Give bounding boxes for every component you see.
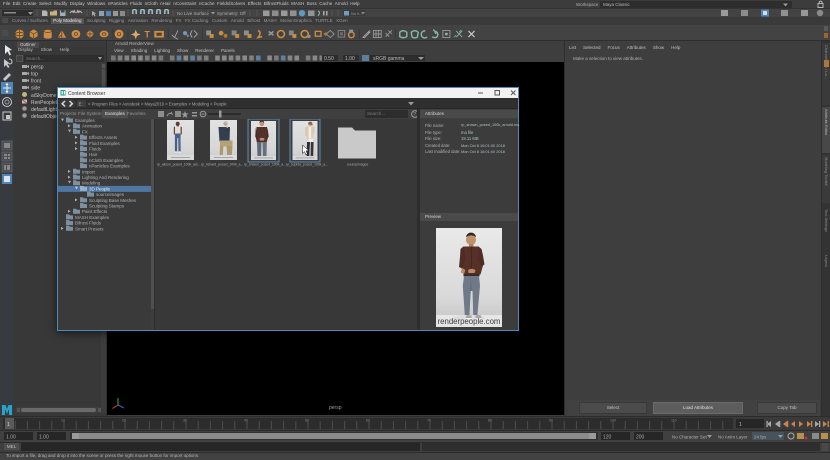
svg-text:No Anim Layer: No Anim Layer [718,435,748,440]
svg-text:No it...: No it... [351,11,363,16]
svg-text:?: ? [413,112,416,118]
svg-text:Paint Effects: Paint Effects [82,209,108,214]
svg-text:top: top [31,72,38,78]
svg-text:nCloth Examples: nCloth Examples [89,158,124,163]
svg-text:110: 110 [671,419,677,423]
svg-text:80: 80 [488,419,492,423]
svg-text:50: 50 [305,419,309,423]
svg-text:100: 100 [610,419,616,423]
svg-text:Symmetry: Off: Symmetry: Off [217,11,246,16]
svg-text:70: 70 [427,419,431,423]
svg-text:Lighting And Rendering: Lighting And Rendering [82,175,129,180]
svg-text:Maya Classic: Maya Classic [603,2,631,7]
svg-text:renderpeople.com: renderpeople.com [438,317,501,326]
svg-text:No Character Set: No Character Set [672,435,708,440]
svg-text:Examples: Examples [75,118,96,123]
svg-text:Sculpting Base Meshes: Sculpting Base Meshes [89,198,137,203]
svg-text:Workspace: Workspace [576,2,599,7]
svg-text:T: T [145,30,151,40]
svg-text:rp_shawn_posed_100k_a...: rp_shawn_posed_100k_a... [244,163,286,167]
svg-text:30: 30 [183,419,187,423]
svg-text:120: 120 [603,435,612,441]
svg-text:Fluid Examples: Fluid Examples [89,141,121,146]
svg-text:E:: E: [79,102,83,107]
svg-text:rp_richard_posed_100k_a...: rp_richard_posed_100k_a... [201,163,243,167]
svg-text:aiSkyDomeL: aiSkyDomeL [31,93,60,99]
svg-text:nParticles Examples: nParticles Examples [89,164,131,169]
svg-text:Animation: Animation [82,124,103,129]
svg-text:> Program Files > Autodesk > M: > Program Files > Autodesk > Maya2019 > … [88,102,227,107]
svg-text:sourceimages: sourceimages [96,192,125,197]
svg-text:200: 200 [636,435,645,441]
svg-text:10: 10 [61,419,65,423]
svg-text:24 fps: 24 fps [754,435,767,440]
svg-text:1.00: 1.00 [6,435,16,441]
svg-text:MASH Examples: MASH Examples [75,215,110,220]
svg-text:rp_sophia_posed_100k_a...: rp_sophia_posed_100k_a... [286,163,328,167]
svg-text:90: 90 [549,419,553,423]
svg-text:1: 1 [7,422,10,428]
svg-text:Smart Presets: Smart Presets [75,226,104,231]
svg-text:front: front [31,79,42,85]
svg-text:FX: FX [82,129,88,134]
svg-text:Modeling: Modeling [82,181,101,186]
svg-text:1: 1 [739,422,742,428]
svg-text:Sculpting Stamps: Sculpting Stamps [89,204,125,209]
svg-text:40: 40 [244,419,248,423]
svg-text:sourceimages: sourceimages [347,163,368,167]
svg-text:persp: persp [31,65,44,71]
svg-text:Import: Import [82,169,96,174]
svg-text:defaultObjec: defaultObjec [31,114,60,120]
svg-text:side: side [31,86,40,92]
svg-text:No Live Surface: No Live Surface [177,11,210,16]
svg-text:3D People: 3D People [89,186,111,191]
svg-text:60: 60 [366,419,370,423]
svg-text:Hair: Hair [89,152,98,157]
svg-text:rp_alison_posed_100k_arn...: rp_alison_posed_100k_arn... [157,163,201,167]
svg-text:RenPeopleLi: RenPeopleLi [31,100,60,106]
svg-text:Effects Assets: Effects Assets [89,135,118,140]
svg-text:1.00: 1.00 [39,435,49,441]
svg-text:Bifrost Fluids: Bifrost Fluids [75,221,102,226]
svg-text:Fluids: Fluids [89,147,102,152]
svg-text:Content Browser: Content Browser [68,91,106,97]
svg-text:20: 20 [122,419,126,423]
